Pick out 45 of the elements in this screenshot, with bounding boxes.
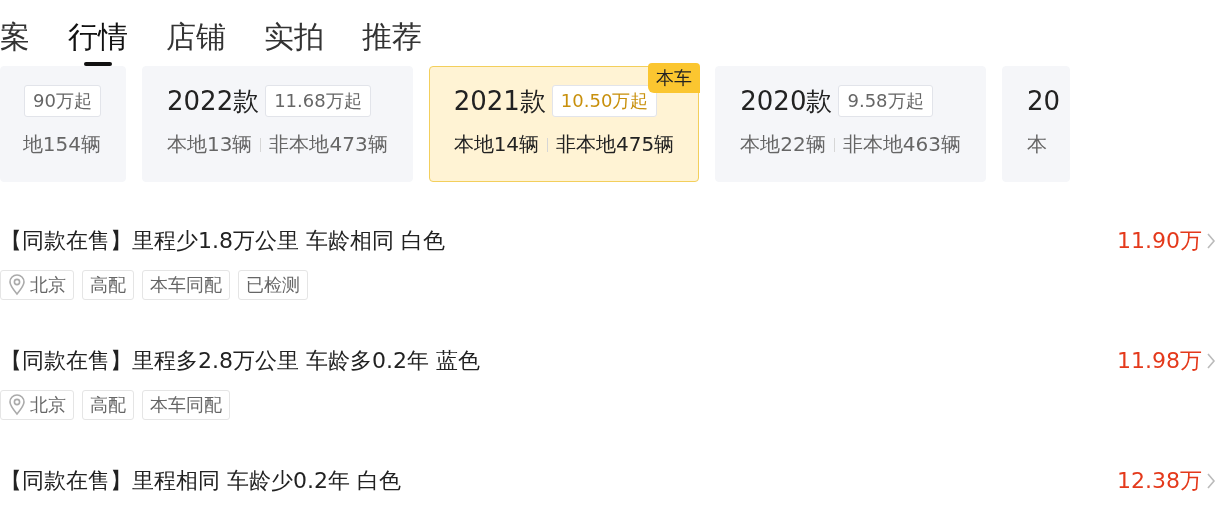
- listing-price[interactable]: 11.98万: [1117, 346, 1216, 376]
- chevron-icon: [1206, 351, 1216, 371]
- feature-tag: 本车同配: [142, 270, 230, 300]
- year-label: 2021款: [453, 84, 546, 118]
- nonlocal-count: 非本地463辆: [842, 131, 961, 158]
- nonlocal-count: 非本地473辆: [269, 131, 388, 158]
- feature-tag: 高配: [82, 390, 134, 420]
- tab[interactable]: 实拍: [264, 16, 324, 66]
- location-tag: 北京: [0, 390, 74, 420]
- listing-title[interactable]: 【同款在售】里程多2.8万公里 车龄多0.2年 蓝色: [0, 346, 480, 376]
- year-card[interactable]: 本车 2021款 10.50万起 本地14辆 非本地475辆: [428, 66, 700, 182]
- chevron-icon: [1206, 471, 1216, 491]
- year-card[interactable]: 90万起 地154辆: [0, 66, 126, 182]
- price-tag: 90万起: [24, 85, 101, 117]
- tab[interactable]: 推荐: [362, 16, 422, 66]
- tab[interactable]: 案: [0, 16, 30, 66]
- year-card[interactable]: 2022款 11.68万起 本地13辆 非本地473辆: [142, 66, 413, 182]
- nonlocal-count: 非本地475辆: [556, 131, 675, 158]
- location-pin-icon: [8, 394, 26, 416]
- listing-price[interactable]: 12.38万: [1117, 466, 1216, 496]
- year-label: 20: [1026, 86, 1060, 116]
- feature-tag: 已检测: [238, 270, 308, 300]
- location-tag: 北京: [0, 270, 74, 300]
- year-card[interactable]: 20 本: [1001, 66, 1070, 182]
- feature-tag: 本车同配: [142, 390, 230, 420]
- listing-price[interactable]: 11.90万: [1117, 226, 1216, 256]
- year-card[interactable]: 2020款 9.58万起 本地22辆 非本地463辆: [715, 66, 986, 182]
- price-tag: 9.58万起: [838, 85, 933, 117]
- chevron-icon: [1206, 231, 1216, 251]
- year-label: 2022款: [167, 84, 260, 118]
- listing-title[interactable]: 【同款在售】里程少1.8万公里 车龄相同 白色: [0, 226, 445, 256]
- local-count: 本地22辆: [740, 131, 826, 158]
- local-count: 本: [1026, 131, 1047, 158]
- price-tag: 11.68万起: [265, 85, 371, 117]
- tab[interactable]: 店铺: [166, 16, 226, 66]
- listing-title[interactable]: 【同款在售】里程相同 车龄少0.2年 白色: [0, 466, 401, 496]
- current-car-badge: 本车: [648, 63, 701, 93]
- price-tag: 10.50万起: [551, 85, 658, 117]
- tab[interactable]: 行情: [68, 16, 128, 66]
- feature-tag: 高配: [82, 270, 134, 300]
- nonlocal-count: 地154辆: [22, 131, 101, 158]
- local-count: 本地14辆: [453, 131, 540, 158]
- local-count: 本地13辆: [167, 131, 253, 158]
- location-pin-icon: [8, 274, 26, 296]
- year-label: 2020款: [740, 84, 833, 118]
